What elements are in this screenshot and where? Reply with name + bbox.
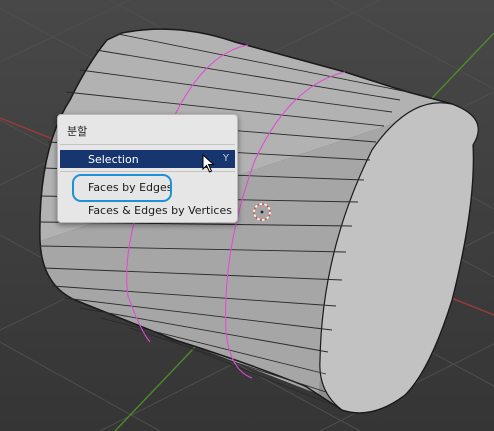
menu-item-label: Selection <box>88 153 139 166</box>
menu-item-faces-edges-by-vertices[interactable]: Faces & Edges by Vertices <box>60 201 235 219</box>
menu-title: 분할 <box>67 125 88 138</box>
menu-item-faces-by-edges[interactable]: Faces by Edges <box>60 178 235 196</box>
menu-divider <box>60 144 235 145</box>
mouse-cursor-icon <box>202 153 216 178</box>
menu-item-label: Faces & Edges by Vertices <box>88 204 232 217</box>
menu-item-shortcut: Y <box>222 153 229 164</box>
menu-item-label: Faces by Edges <box>88 181 173 194</box>
